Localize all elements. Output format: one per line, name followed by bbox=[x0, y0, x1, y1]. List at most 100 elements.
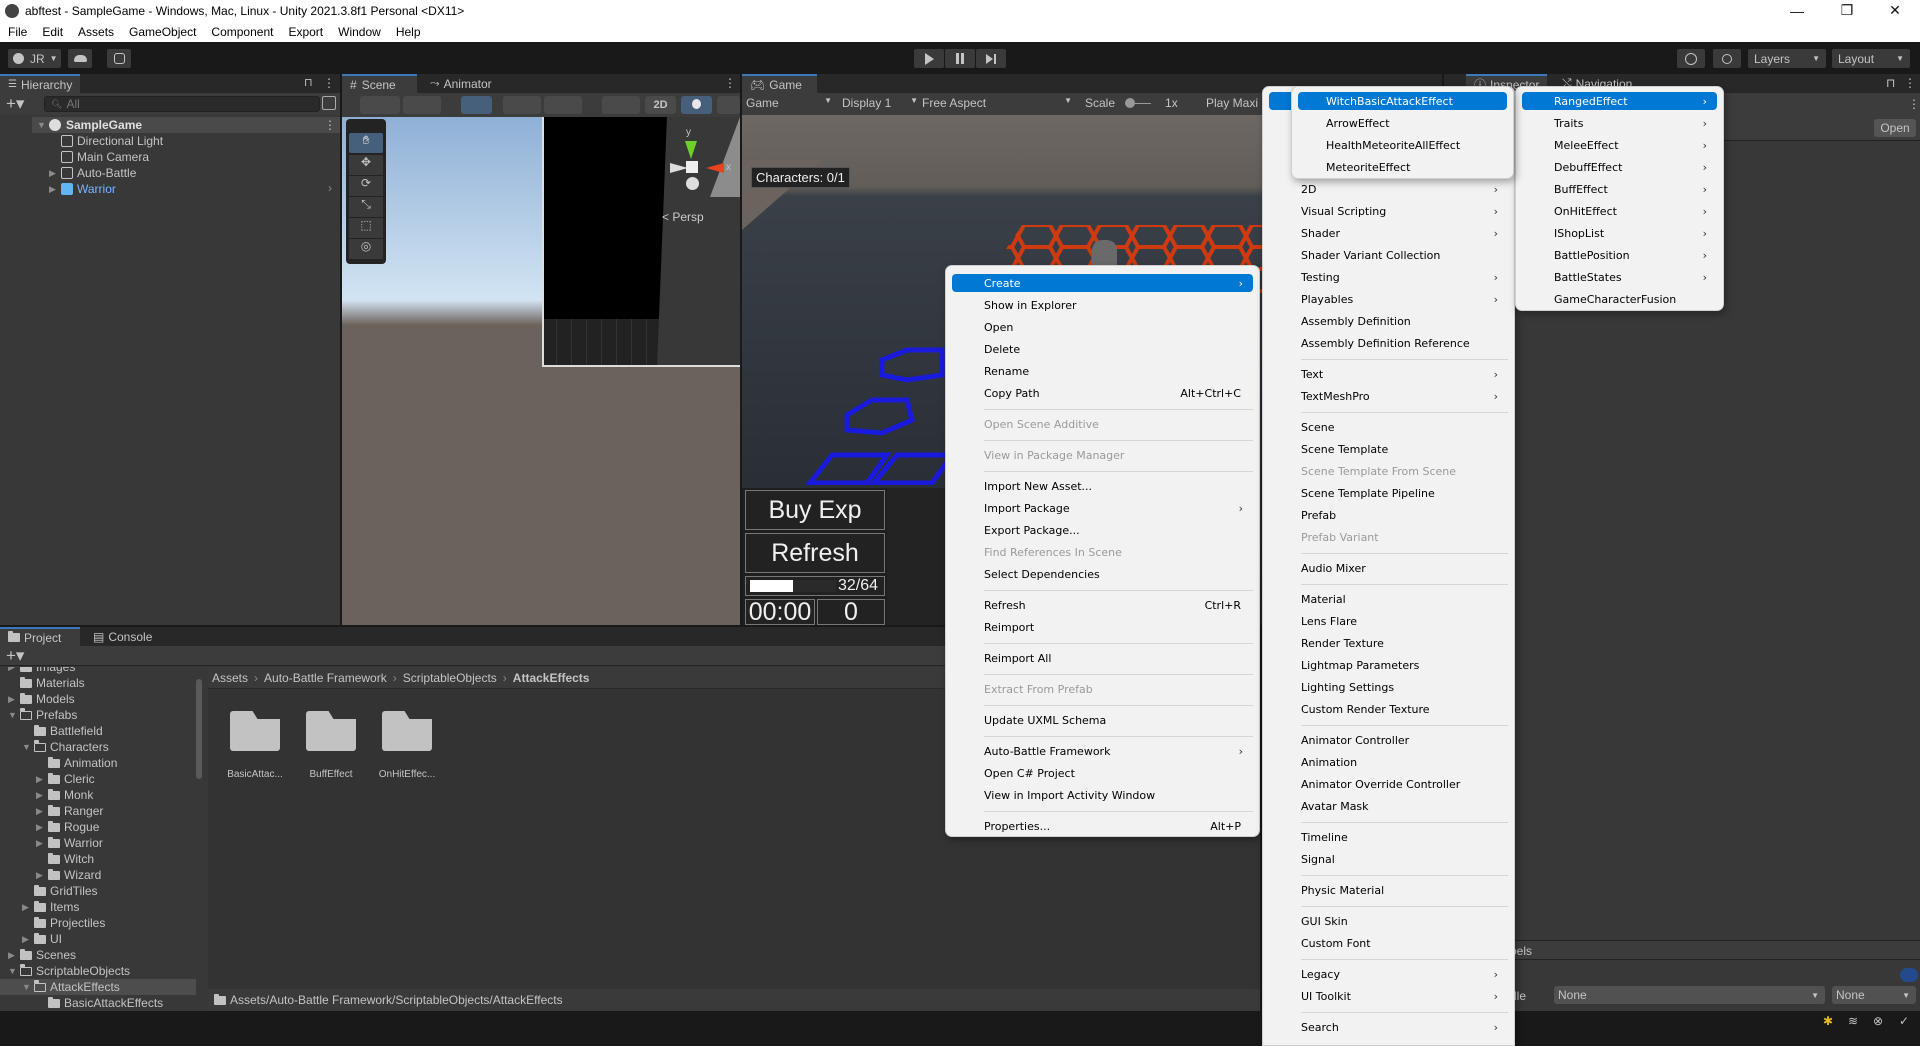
audio-toggle[interactable] bbox=[717, 96, 740, 114]
menu-item[interactable]: MeteoriteEffect bbox=[1298, 158, 1507, 176]
project-tree-item[interactable]: ▶ Wizard bbox=[36, 867, 101, 883]
menu-item[interactable]: Avatar Mask bbox=[1269, 797, 1508, 815]
tab-project[interactable]: Project bbox=[0, 627, 80, 646]
menu-item[interactable]: Create › bbox=[952, 274, 1253, 292]
snap-toggle[interactable] bbox=[503, 96, 541, 114]
pause-button[interactable] bbox=[945, 49, 975, 68]
expand-arrow-icon[interactable]: ▶ bbox=[22, 934, 34, 945]
game-mode-dropdown[interactable]: Game ▼ bbox=[746, 96, 832, 110]
maximize-button[interactable]: ❐ bbox=[1824, 0, 1870, 21]
menu-item[interactable]: Traits › bbox=[1522, 114, 1717, 132]
expand-arrow-icon[interactable]: ▼ bbox=[22, 982, 34, 992]
render-mode-dropdown[interactable] bbox=[403, 96, 441, 114]
menu-item[interactable]: Lighting Settings bbox=[1269, 678, 1508, 696]
project-tree-item[interactable]: Animation bbox=[36, 755, 117, 771]
breadcrumb-item[interactable]: Assets bbox=[212, 671, 248, 685]
more-options-icon[interactable]: ⋮ bbox=[1904, 76, 1916, 90]
expand-arrow-icon[interactable]: ▶ bbox=[8, 667, 20, 673]
lighting-toggle[interactable] bbox=[681, 96, 712, 114]
tab-game[interactable]: 🎮︎ Game bbox=[742, 74, 817, 93]
project-tree-item[interactable]: BasicAttackEffects bbox=[36, 995, 163, 1011]
project-tree-item[interactable]: ▼ AttackEffects bbox=[22, 979, 120, 995]
project-tree-item[interactable]: ▶ Rogue bbox=[36, 819, 99, 835]
tab-scene[interactable]: # Scene bbox=[342, 74, 417, 93]
hierarchy-item[interactable]: Directional Light bbox=[61, 133, 163, 149]
lock-icon[interactable]: ⊓ bbox=[1886, 76, 1895, 90]
menu-item[interactable]: RangedEffect › bbox=[1522, 92, 1717, 110]
project-tree-item[interactable]: ▶ UI bbox=[22, 931, 62, 947]
menu-item[interactable]: Custom Render Texture bbox=[1269, 700, 1508, 718]
menu-file[interactable]: File bbox=[0, 25, 34, 39]
expand-arrow-icon[interactable]: ▶ bbox=[36, 774, 48, 785]
menu-item[interactable]: Render Texture bbox=[1269, 634, 1508, 652]
menu-item[interactable]: TextMeshPro › bbox=[1269, 387, 1508, 405]
menu-item[interactable]: Timeline bbox=[1269, 828, 1508, 846]
menu-item[interactable]: Select Dependencies bbox=[952, 565, 1253, 583]
open-prefab-icon[interactable]: › bbox=[328, 181, 332, 195]
cloud-button[interactable] bbox=[68, 49, 92, 68]
layout-dropdown[interactable]: Layout ▼ bbox=[1832, 49, 1910, 68]
account-dropdown[interactable]: JR ▼ bbox=[8, 49, 61, 68]
project-tree-item[interactable]: ▼ Characters bbox=[22, 739, 109, 755]
lock-icon[interactable]: ⊓ bbox=[304, 76, 313, 89]
menu-item[interactable]: Export Package... bbox=[952, 521, 1253, 539]
project-tree-item[interactable]: ▶ Models bbox=[8, 691, 75, 707]
layers-dropdown[interactable]: Layers ▼ bbox=[1748, 49, 1826, 68]
menu-item[interactable]: Auto-Battle Framework › bbox=[952, 742, 1253, 760]
menu-item[interactable]: Physic Material bbox=[1269, 881, 1508, 899]
menu-item[interactable]: Import New Asset... bbox=[952, 477, 1253, 495]
scale-tool[interactable]: ⤡ bbox=[349, 197, 383, 217]
menu-item[interactable]: View in Import Activity Window bbox=[952, 786, 1253, 804]
menu-component[interactable]: Component bbox=[203, 25, 280, 39]
menu-item[interactable]: Reimport bbox=[952, 618, 1253, 636]
expand-arrow-icon[interactable]: ▶ bbox=[36, 790, 48, 801]
asset-bundle-dropdown[interactable]: None ▼ bbox=[1554, 986, 1825, 1004]
menu-item[interactable]: Assembly Definition bbox=[1269, 312, 1508, 330]
menu-item[interactable]: Shader › bbox=[1269, 224, 1508, 242]
asset-variant-dropdown[interactable]: None ▼ bbox=[1832, 986, 1916, 1004]
collab-button[interactable] bbox=[107, 49, 131, 68]
project-tree-item[interactable]: ▶ Monk bbox=[36, 787, 93, 803]
asset-folder[interactable]: BuffEffect bbox=[298, 711, 364, 780]
menu-item[interactable]: Animator Controller bbox=[1269, 731, 1508, 749]
expand-arrow-icon[interactable]: ▶ bbox=[22, 902, 34, 913]
more-options-icon[interactable]: ⋮ bbox=[323, 76, 335, 90]
menu-item[interactable]: Scene bbox=[1269, 418, 1508, 436]
menu-assets[interactable]: Assets bbox=[70, 25, 121, 39]
refresh-button[interactable]: Refresh bbox=[745, 533, 885, 573]
breadcrumb-current[interactable]: AttackEffects bbox=[513, 671, 590, 685]
menu-item[interactable]: Animator Override Controller bbox=[1269, 775, 1508, 793]
menu-item[interactable]: Scene Template bbox=[1269, 440, 1508, 458]
menu-item[interactable]: BuffEffect › bbox=[1522, 180, 1717, 198]
menu-item[interactable]: Shader Variant Collection bbox=[1269, 246, 1508, 264]
menu-export[interactable]: Export bbox=[280, 25, 330, 39]
breadcrumb-item[interactable]: Auto-Battle Framework bbox=[264, 671, 387, 685]
menu-item[interactable]: DebuffEffect › bbox=[1522, 158, 1717, 176]
hierarchy-search-input[interactable]: 🔍︎ All bbox=[44, 96, 320, 112]
tab-animator[interactable]: ⤳ Animator bbox=[422, 74, 500, 93]
menu-item[interactable]: Animation bbox=[1269, 753, 1508, 771]
close-button[interactable]: ✕ bbox=[1872, 0, 1918, 21]
menu-item[interactable]: Refresh Ctrl+R bbox=[952, 596, 1253, 614]
menu-item[interactable]: Search › bbox=[1269, 1018, 1508, 1036]
menu-help[interactable]: Help bbox=[388, 25, 428, 39]
auto-generate-lighting-icon[interactable]: ⊗ bbox=[1873, 1014, 1883, 1028]
label-tag-icon[interactable] bbox=[1900, 968, 1918, 982]
menu-item[interactable]: Open C# Project bbox=[952, 764, 1253, 782]
menu-item[interactable]: WitchBasicAttackEffect bbox=[1298, 92, 1507, 110]
project-tree-item[interactable]: Projectiles bbox=[22, 915, 105, 931]
menu-item[interactable]: OnHitEffect › bbox=[1522, 202, 1717, 220]
project-tree-item[interactable]: Materials bbox=[8, 675, 85, 691]
gizmo-sphere-dropdown[interactable] bbox=[602, 96, 640, 114]
minimize-button[interactable]: — bbox=[1774, 0, 1820, 21]
menu-item[interactable]: Lens Flare bbox=[1269, 612, 1508, 630]
menu-item[interactable]: Update UXML Schema bbox=[952, 711, 1253, 729]
project-tree-item[interactable]: GridTiles bbox=[22, 883, 98, 899]
menu-item[interactable]: Legacy › bbox=[1269, 965, 1508, 983]
menu-item[interactable]: BattleStates › bbox=[1522, 268, 1717, 286]
project-tree-item[interactable]: Witch bbox=[36, 851, 94, 867]
toggle-2d-button[interactable]: 2D bbox=[645, 96, 676, 114]
rect-tool[interactable]: ⬚ bbox=[349, 218, 383, 238]
expand-arrow-icon[interactable]: ▶ bbox=[49, 168, 61, 179]
asset-folder[interactable]: BasicAttac... bbox=[222, 711, 288, 780]
